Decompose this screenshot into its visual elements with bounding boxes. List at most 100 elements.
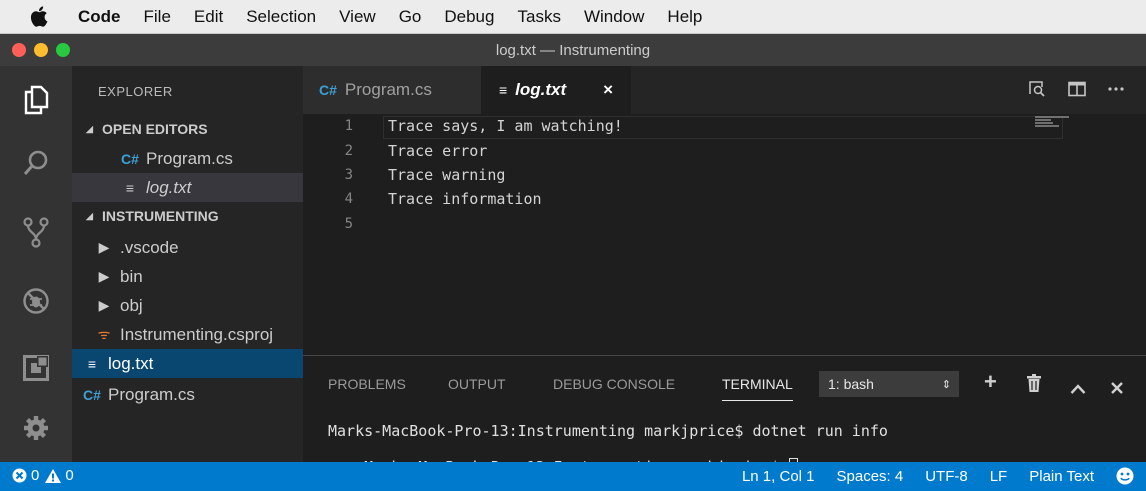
line-number: 4 — [344, 191, 353, 207]
source-control-activity-button[interactable] — [0, 202, 72, 262]
feedback-smiley-icon[interactable] — [1116, 467, 1134, 485]
debug-activity-button[interactable] — [0, 271, 72, 331]
error-count: 0 — [31, 467, 40, 484]
files-icon — [24, 85, 49, 115]
status-right: Ln 1, Col 1 Spaces: 4 UTF-8 LF Plain Tex… — [720, 467, 1134, 485]
select-arrows-icon: ⇕ — [941, 378, 951, 391]
menu-app-code[interactable]: Code — [78, 7, 121, 27]
menu-selection[interactable]: Selection — [246, 7, 316, 27]
trash-icon[interactable] — [1027, 372, 1041, 398]
encoding-status[interactable]: UTF-8 — [925, 468, 968, 485]
language-mode[interactable]: Plain Text — [1029, 468, 1094, 485]
terminal-line[interactable]: Marks-MacBook-Pro-13:Instrumenting markj… — [328, 422, 888, 440]
tab-problems[interactable]: PROBLEMS — [328, 376, 406, 392]
tree-item-label: obj — [120, 295, 143, 315]
open-editor-program-cs[interactable]: C# Program.cs — [72, 144, 303, 173]
close-window-button[interactable] — [12, 43, 26, 57]
editor-tab-bar: C# Program.cs ≡ log.txt × — [303, 66, 1146, 114]
apple-icon[interactable] — [30, 6, 56, 27]
menu-tasks[interactable]: Tasks — [517, 7, 560, 27]
minimize-window-button[interactable] — [34, 43, 48, 57]
window-titlebar: log.txt — Instrumenting — [0, 34, 1146, 66]
minimap[interactable] — [1035, 116, 1075, 130]
code-line[interactable]: Trace error — [388, 142, 487, 160]
source-control-icon — [23, 217, 49, 248]
search-activity-button[interactable] — [0, 133, 72, 193]
instrumenting-section-header[interactable]: ◢ INSTRUMENTING — [72, 202, 303, 230]
zoom-window-button[interactable] — [56, 43, 70, 57]
code-line[interactable]: Trace information — [388, 190, 542, 208]
warning-count: 0 — [65, 467, 74, 484]
explorer-header: EXPLORER — [98, 84, 173, 99]
split-editor-icon[interactable] — [1068, 81, 1086, 97]
maximize-panel-icon[interactable] — [1070, 374, 1086, 400]
tree-item-label: bin — [120, 266, 143, 286]
gear-icon — [24, 416, 48, 440]
explorer-sidebar: EXPLORER ◢ OPEN EDITORS C# Program.cs ≡ … — [72, 66, 303, 462]
code-line[interactable]: Trace says, I am watching! — [388, 117, 623, 135]
text-file-icon: ≡ — [125, 179, 135, 196]
status-bar: 0 0 Ln 1, Col 1 Spaces: 4 UTF-8 LF Plain… — [0, 462, 1146, 491]
tab-log-txt[interactable]: ≡ log.txt × — [481, 66, 631, 114]
menu-go[interactable]: Go — [399, 7, 422, 27]
macos-menubar: Code File Edit Selection View Go Debug T… — [0, 0, 1146, 34]
tab-label: Program.cs — [344, 80, 432, 99]
csharp-icon: C# — [83, 386, 101, 403]
text-file-icon: ≡ — [87, 355, 97, 372]
open-editors-label: OPEN EDITORS — [102, 121, 208, 137]
tree-item-log-txt[interactable]: ≡ log.txt — [72, 349, 303, 378]
menu-window[interactable]: Window — [584, 7, 644, 27]
menu-help[interactable]: Help — [667, 7, 702, 27]
extensions-activity-button[interactable] — [0, 338, 72, 398]
menu-edit[interactable]: Edit — [194, 7, 223, 27]
explorer-activity-button[interactable] — [0, 70, 72, 130]
indentation-status[interactable]: Spaces: 4 — [837, 468, 904, 485]
tree-item-program-cs[interactable]: C# Program.cs — [72, 380, 303, 409]
code-line[interactable]: Trace warning — [388, 166, 505, 184]
more-actions-icon[interactable] — [1108, 87, 1124, 91]
open-editor-label: log.txt — [146, 177, 192, 197]
eol-status[interactable]: LF — [990, 468, 1008, 485]
collapse-triangle-icon: ◢ — [86, 210, 93, 221]
tree-item-label: Program.cs — [108, 384, 195, 404]
settings-activity-button[interactable] — [0, 398, 72, 458]
terminal-select[interactable]: 1: bash ⇕ — [819, 371, 959, 397]
tree-item-obj-folder[interactable]: ▶ obj — [72, 291, 303, 320]
extensions-icon — [23, 355, 49, 381]
csharp-icon: C# — [319, 82, 337, 98]
chevron-right-icon: ▶ — [98, 268, 110, 284]
text-editor[interactable]: 1 Trace says, I am watching! 2 Trace err… — [303, 114, 1146, 355]
warning-icon — [45, 468, 62, 483]
tab-output[interactable]: OUTPUT — [448, 376, 506, 392]
open-preview-icon[interactable] — [1028, 80, 1046, 98]
tree-item-instrumenting-csproj[interactable]: ᯤ Instrumenting.csproj — [72, 320, 303, 349]
tree-item-vscode-folder[interactable]: ▶ .vscode — [72, 233, 303, 262]
search-icon — [23, 150, 48, 175]
rss-icon: ᯤ — [97, 326, 111, 342]
text-file-icon: ≡ — [499, 82, 508, 98]
close-panel-icon[interactable] — [1111, 374, 1123, 400]
open-editors-section-header[interactable]: ◢ OPEN EDITORS — [72, 115, 303, 143]
tab-program-cs[interactable]: C# Program.cs — [303, 66, 481, 114]
cursor-position[interactable]: Ln 1, Col 1 — [742, 468, 815, 485]
tree-item-label: .vscode — [120, 237, 179, 257]
chevron-right-icon: ▶ — [98, 239, 110, 255]
close-tab-icon[interactable]: × — [603, 80, 613, 100]
line-number: 3 — [344, 167, 353, 183]
menu-file[interactable]: File — [144, 7, 171, 27]
problems-status[interactable]: 0 0 — [12, 467, 74, 484]
menu-debug[interactable]: Debug — [444, 7, 494, 27]
window-title: log.txt — Instrumenting — [495, 41, 651, 59]
new-terminal-icon[interactable]: + — [984, 369, 997, 395]
open-editor-log-txt[interactable]: ≡ log.txt — [72, 173, 303, 202]
tree-item-bin-folder[interactable]: ▶ bin — [72, 262, 303, 291]
tab-label: log.txt — [515, 80, 567, 99]
line-number: 1 — [344, 118, 353, 134]
error-icon — [12, 468, 27, 483]
bottom-panel: PROBLEMS OUTPUT DEBUG CONSOLE TERMINAL 1… — [303, 355, 1146, 476]
tab-terminal[interactable]: TERMINAL — [722, 376, 793, 401]
tab-debug-console[interactable]: DEBUG CONSOLE — [553, 376, 675, 392]
traffic-lights — [12, 43, 78, 57]
csharp-icon: C# — [121, 150, 139, 167]
menu-view[interactable]: View — [339, 7, 376, 27]
